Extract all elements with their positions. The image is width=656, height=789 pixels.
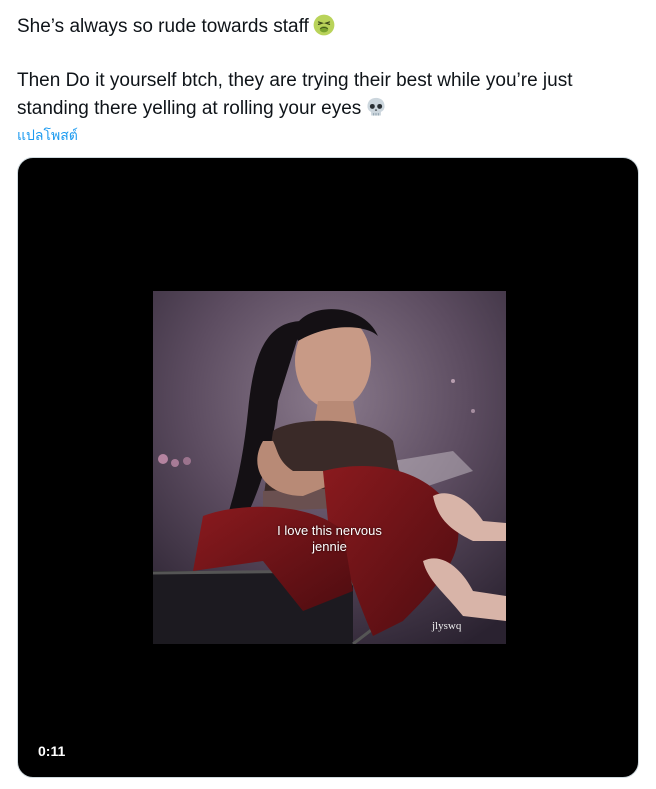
video-still-image (153, 291, 506, 644)
tweet-line-1-text: She’s always so rude towards staff (17, 16, 309, 37)
video-caption-line-2: jennie (312, 539, 347, 554)
skull-icon (367, 97, 385, 116)
nauseated-face-icon (313, 14, 335, 36)
tweet-line-1: She’s always so rude towards staff (17, 13, 637, 41)
video-duration-badge: 0:11 (32, 741, 72, 761)
video-thumbnail[interactable]: I love this nervous jennie jlyswq (153, 291, 506, 644)
tweet-line-2: Then Do it yourself btch, they are tryin… (17, 67, 637, 123)
video-caption-line-1: I love this nervous (277, 523, 382, 538)
video-caption: I love this nervous jennie (153, 523, 506, 555)
tweet-line-2-text: Then Do it yourself btch, they are tryin… (17, 70, 573, 119)
translate-post-link[interactable]: แปลโพสต์ (17, 125, 78, 147)
video-player[interactable]: I love this nervous jennie jlyswq 0:11 (17, 157, 639, 778)
tweet-text: She’s always so rude towards staff Then … (17, 13, 637, 123)
video-watermark: jlyswq (432, 620, 462, 632)
